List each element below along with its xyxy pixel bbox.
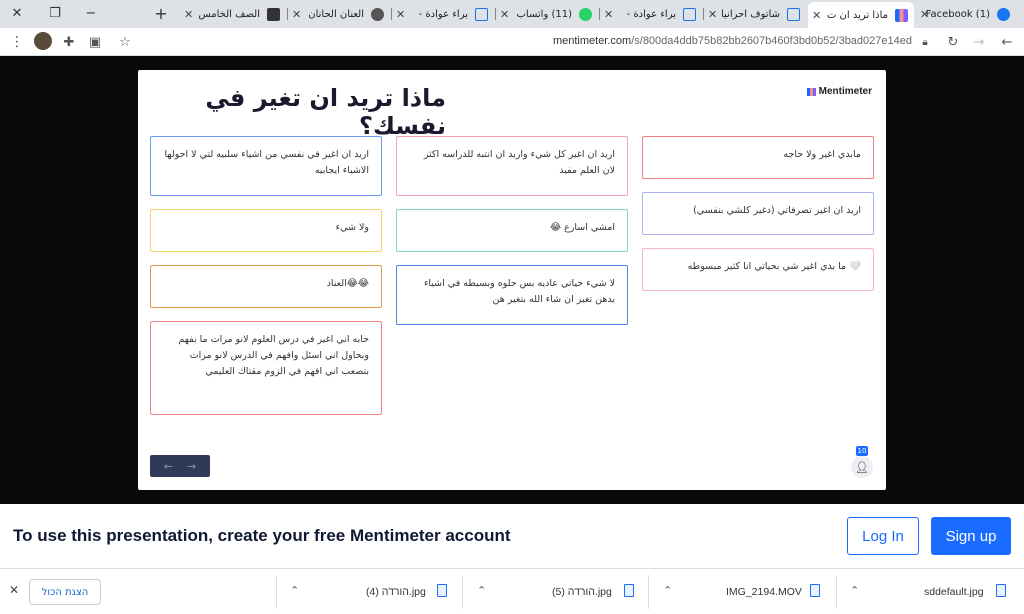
- restore-window-icon[interactable]: ❐: [44, 2, 66, 24]
- signup-banner: To use this presentation, create your fr…: [0, 504, 1024, 568]
- tab-mentimeter[interactable]: ماذا تريد ان ت ✕: [808, 2, 914, 28]
- next-slide-icon[interactable]: →: [187, 460, 196, 473]
- chevron-up-icon[interactable]: ⌃: [477, 584, 486, 597]
- document-icon: [683, 7, 696, 21]
- response-card: امشي اسارع 😂: [396, 209, 628, 252]
- mentimeter-mark-icon: [806, 87, 816, 96]
- bookmark-star-icon[interactable]: ☆: [116, 33, 134, 51]
- document-icon: [475, 7, 488, 21]
- response-card: اريد ان اغير تصرفاتي (دغير كلشي بنفسي): [642, 192, 874, 235]
- close-tab-icon[interactable]: ✕: [500, 8, 509, 21]
- document-icon: [787, 7, 800, 21]
- extension-app-icon[interactable]: ▣: [86, 33, 104, 51]
- response-card: حابه اني اغير في درس العلوم لانو مرات ما…: [150, 321, 382, 415]
- tab-document-2[interactable]: براء عوادة - ✕: [600, 2, 702, 26]
- file-icon: [810, 584, 820, 597]
- tab-facebook[interactable]: (1) Facebook ✕: [916, 2, 1016, 26]
- close-tab-icon[interactable]: ✕: [184, 8, 193, 21]
- presentation-stage: ماذا تريد ان تغير في نفسك؟ Mentimeter ما…: [0, 56, 1024, 504]
- tab-document-3[interactable]: براء عوادة - ✕: [392, 2, 494, 26]
- response-card: ولا شيء: [150, 209, 382, 252]
- download-item[interactable]: הורדה (5).jpg: [552, 581, 612, 603]
- response-card: 🤍 ما بدي اغير شي بحياتي انا كثير مبسوطه: [642, 248, 874, 291]
- signup-button[interactable]: Sign up: [931, 517, 1011, 555]
- download-item[interactable]: הורדה (4).jpg: [366, 581, 426, 603]
- response-card: اريد ان اغير كل شيء واريد ان انتبه للدرا…: [396, 136, 628, 196]
- show-all-downloads-button[interactable]: הצגת הכול: [29, 579, 101, 605]
- slide-title: ماذا تريد ان تغير في نفسك؟: [205, 84, 446, 140]
- response-card: مابدي اغير ولا حاجه: [642, 136, 874, 179]
- menu-kebab-icon[interactable]: ⋮: [8, 33, 26, 51]
- download-item[interactable]: IMG_2194.MOV: [726, 581, 802, 603]
- response-card: 😂😂العناد: [150, 265, 382, 308]
- tab-strip: ✕ ❐ − + (1) Facebook ✕ ماذا تريد ان ت ✕ …: [0, 0, 1024, 28]
- tab-contact[interactable]: الصف الخامس ✕: [180, 2, 286, 26]
- login-button[interactable]: Log In: [847, 517, 919, 555]
- new-tab-button[interactable]: +: [150, 2, 172, 24]
- facebook-icon: [997, 7, 1010, 21]
- participant-count-badge: 10: [856, 446, 868, 456]
- close-tab-icon[interactable]: ✕: [920, 8, 929, 21]
- back-icon[interactable]: ←: [998, 33, 1016, 51]
- tab-document-1[interactable]: شاتوف احرانيا ✕: [704, 2, 806, 26]
- close-tab-icon[interactable]: ✕: [708, 8, 717, 21]
- forward-icon: →: [973, 34, 985, 50]
- whatsapp-icon: [579, 7, 592, 21]
- close-downloads-icon[interactable]: ✕: [9, 583, 19, 597]
- download-item[interactable]: sddefault.jpg: [924, 581, 984, 603]
- banner-message: To use this presentation, create your fr…: [13, 526, 511, 545]
- chevron-up-icon[interactable]: ⌃: [290, 584, 299, 597]
- contact-card-icon: [267, 7, 280, 21]
- file-icon: [437, 584, 447, 597]
- downloads-bar: ✕ הצגת הכול ⌃ הורדה (4).jpg ⌃ הורדה (5).…: [0, 568, 1024, 614]
- reload-icon[interactable]: ↻: [944, 33, 962, 51]
- close-tab-icon[interactable]: ✕: [604, 8, 613, 21]
- file-icon: [624, 584, 634, 597]
- previous-slide-icon[interactable]: ←: [164, 460, 173, 473]
- address-bar: ⋮ ✚ ▣ ☆ mentimeter.com/s/800da4ddb75b82b…: [0, 28, 1024, 56]
- response-card: اريد ان اغير في نفسي من اشياء سلبيه لتي …: [150, 136, 382, 196]
- file-icon: [996, 584, 1006, 597]
- close-tab-icon[interactable]: ✕: [292, 8, 301, 21]
- url-field[interactable]: mentimeter.com/s/800da4ddb75b82bb2607b46…: [553, 35, 912, 47]
- close-tab-icon[interactable]: ✕: [812, 9, 821, 22]
- close-tab-icon[interactable]: ✕: [396, 8, 405, 21]
- chevron-up-icon[interactable]: ⌃: [663, 584, 672, 597]
- slide-navigation: ← →: [150, 455, 210, 477]
- lock-icon[interactable]: 🔒︎: [916, 33, 934, 51]
- chevron-up-icon[interactable]: ⌃: [850, 584, 859, 597]
- avatar[interactable]: [34, 32, 52, 50]
- mentimeter-icon: [895, 8, 908, 22]
- slide: ماذا تريد ان تغير في نفسك؟ Mentimeter ما…: [138, 70, 886, 490]
- mentimeter-logo: Mentimeter: [806, 86, 872, 97]
- person-icon[interactable]: 👤︎: [851, 456, 873, 478]
- extensions-icon[interactable]: ✚: [60, 33, 78, 51]
- globe-icon: [371, 7, 384, 21]
- minimize-window-icon[interactable]: −: [80, 2, 102, 24]
- tab-globe[interactable]: العنان الحانان ✕: [288, 2, 390, 26]
- close-window-icon[interactable]: ✕: [6, 2, 28, 24]
- response-card: لا شيء حياتي عاديه بس حلوه وبسيطه في اشي…: [396, 265, 628, 325]
- tab-whatsapp[interactable]: (11) واتساب ✕: [496, 2, 598, 26]
